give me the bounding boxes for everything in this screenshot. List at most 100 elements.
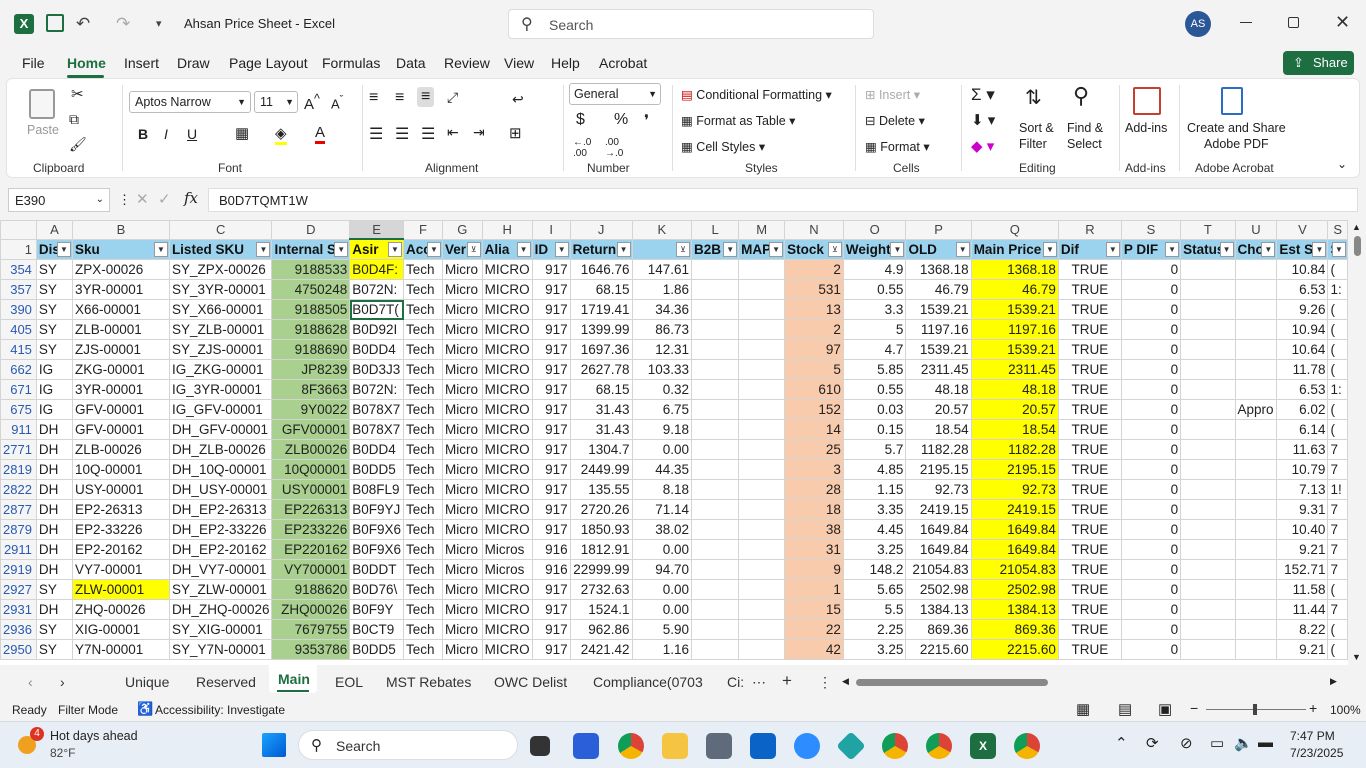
table-cell[interactable]	[738, 519, 786, 540]
create-pdf-button[interactable]: Create and Share Adobe PDF	[1187, 120, 1286, 152]
table-cell[interactable]: MICRO	[481, 579, 533, 600]
table-cell[interactable]: (	[1327, 359, 1348, 380]
table-cell[interactable]	[691, 399, 740, 420]
table-cell[interactable]: ZHQ-00026	[72, 599, 170, 620]
table-cell[interactable]: 7	[1327, 459, 1348, 480]
align-bottom-icon[interactable]: ≡	[417, 87, 435, 107]
table-cell[interactable]: (	[1327, 319, 1348, 340]
table-cell[interactable]: 0	[1120, 459, 1182, 480]
table-cell[interactable]: 7.13	[1276, 479, 1329, 500]
table-cell[interactable]: DH_EP2-26313	[168, 499, 273, 520]
table-cell[interactable]: 1182.28	[970, 439, 1059, 460]
bold-icon[interactable]: B	[138, 126, 148, 142]
table-cell[interactable]: EP220162	[271, 539, 351, 560]
table-cell[interactable]: 9188533	[271, 259, 351, 280]
format-as-table-button[interactable]: ▦ Format as Table ▾	[681, 113, 795, 128]
table-cell[interactable]	[738, 399, 786, 420]
tab-home[interactable]: Home	[67, 55, 106, 71]
filter-dropdown-icon[interactable]: ▼	[890, 241, 905, 257]
borders-icon[interactable]: ▦	[235, 124, 249, 142]
restore-icon[interactable]	[1288, 17, 1299, 28]
table-cell[interactable]: 0	[1120, 559, 1182, 580]
table-cell[interactable]: 31.43	[569, 419, 633, 440]
table-cell[interactable]: Micro	[441, 259, 483, 280]
table-cell[interactable]	[738, 459, 786, 480]
table-cell[interactable]: 917	[531, 359, 571, 380]
table-cell[interactable]: 152.71	[1276, 559, 1329, 580]
tab-help[interactable]: Help	[551, 55, 580, 71]
scroll-thumb[interactable]	[1354, 236, 1361, 256]
table-cell[interactable]: 4.45	[842, 519, 907, 540]
table-cell[interactable]: 2720.26	[569, 499, 633, 520]
table-cell[interactable]: SY	[35, 579, 74, 600]
table-cell[interactable]: Tech	[403, 539, 443, 560]
table-cell[interactable]: 3.3	[842, 299, 907, 320]
table-cell[interactable]: Micro	[441, 619, 483, 640]
scroll-left-icon[interactable]: ◀	[842, 676, 849, 687]
cut-icon[interactable]: ✂	[71, 85, 84, 103]
table-cell[interactable]: DH_EP2-20162	[168, 539, 273, 560]
table-cell[interactable]: 11.78	[1276, 359, 1329, 380]
table-cell[interactable]: MICRO	[481, 399, 533, 420]
table-cell[interactable]: Micros	[481, 559, 533, 580]
table-cell[interactable]: 2627.78	[569, 359, 633, 380]
column-header[interactable]: Q	[970, 220, 1059, 240]
table-cell[interactable]: (	[1327, 399, 1348, 420]
table-cell[interactable]: 0	[1120, 339, 1182, 360]
table-cell[interactable]	[738, 539, 786, 560]
table-cell[interactable]: B0DD5	[349, 639, 404, 660]
redo-icon[interactable]: ↷	[116, 14, 136, 34]
table-cell[interactable]	[1234, 279, 1278, 300]
table-cell[interactable]	[691, 339, 740, 360]
table-cell[interactable]: 7	[1327, 559, 1348, 580]
zoom-slider-thumb[interactable]	[1253, 704, 1257, 715]
table-cell[interactable]: 71.14	[631, 499, 693, 520]
table-cell[interactable]	[1234, 499, 1278, 520]
merge-center-icon[interactable]: ⊞	[509, 124, 522, 142]
table-cell[interactable]: 1649.84	[970, 519, 1059, 540]
table-cell[interactable]: ZJS-00001	[72, 339, 170, 360]
row-header[interactable]: 354	[0, 259, 37, 280]
filter-dropdown-icon[interactable]: ⊻	[676, 241, 691, 257]
table-cell[interactable]: SY	[35, 279, 74, 300]
table-cell[interactable]: SY_ZJS-00001	[168, 339, 273, 360]
table-cell[interactable]	[738, 559, 786, 580]
filter-dropdown-icon[interactable]: ▼	[1332, 241, 1346, 257]
table-cell[interactable]: 0	[1120, 399, 1182, 420]
table-cell[interactable]: 46.79	[970, 279, 1059, 300]
table-cell[interactable]: 7	[1327, 439, 1348, 460]
column-header[interactable]: H	[481, 220, 533, 240]
table-cell[interactable]: 1524.1	[569, 599, 633, 620]
table-cell[interactable]: 1368.18	[905, 259, 972, 280]
filter-dropdown-icon[interactable]: ▼	[1312, 241, 1327, 257]
table-cell[interactable]: 0	[1120, 639, 1182, 660]
share-button[interactable]: ⇪ Share	[1283, 51, 1354, 75]
table-cell[interactable]: 0.00	[631, 599, 693, 620]
table-cell[interactable]: EP2-26313	[72, 499, 170, 520]
table-cell[interactable]: MICRO	[481, 299, 533, 320]
table-cell[interactable]: 0.32	[631, 379, 693, 400]
table-cell[interactable]	[691, 259, 740, 280]
table-cell[interactable]: 5.5	[842, 599, 907, 620]
table-cell[interactable]: 917	[531, 399, 571, 420]
table-cell[interactable]: 1649.84	[970, 539, 1059, 560]
table-cell[interactable]: 2215.60	[905, 639, 972, 660]
table-cell[interactable]	[738, 599, 786, 620]
clear-icon[interactable]: ◆ ▾	[971, 137, 994, 155]
delete-cells-button[interactable]: ⊟ Delete ▾	[865, 113, 925, 128]
table-cell[interactable]: DH	[35, 559, 74, 580]
table-cell[interactable]: 10Q00001	[271, 459, 351, 480]
zoom-in-icon[interactable]: +	[1309, 700, 1317, 716]
table-cell[interactable]: 1539.21	[905, 299, 972, 320]
table-cell[interactable]: 11.63	[1276, 439, 1329, 460]
table-cell[interactable]: TRUE	[1057, 419, 1122, 440]
table-cell[interactable]	[1180, 439, 1236, 460]
table-cell[interactable]	[1234, 559, 1278, 580]
table-cell[interactable]	[1180, 459, 1236, 480]
outlook-icon[interactable]	[750, 733, 776, 759]
table-cell[interactable]: Tech	[403, 639, 443, 660]
table-cell[interactable]: 1649.84	[905, 539, 972, 560]
column-header[interactable]: N	[784, 220, 844, 240]
table-cell[interactable]: 2311.45	[970, 359, 1059, 380]
table-cell[interactable]: Micro	[441, 319, 483, 340]
